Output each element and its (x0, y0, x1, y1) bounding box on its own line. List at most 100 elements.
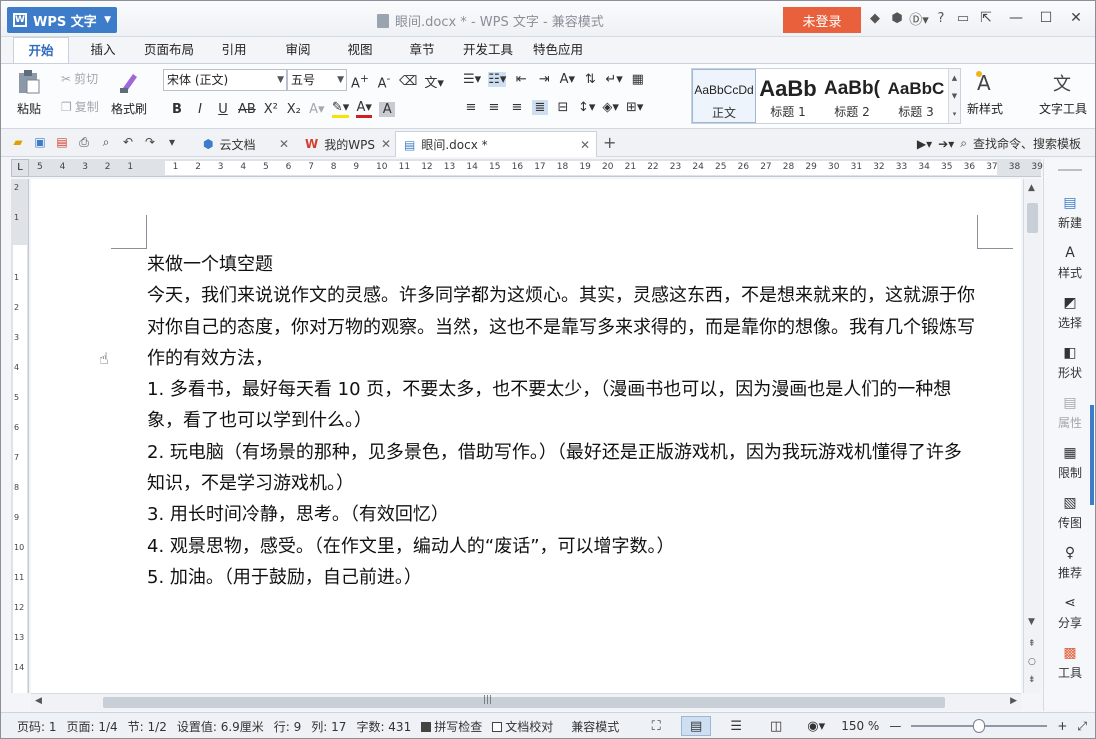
zoom-slider[interactable] (911, 719, 1048, 733)
new-style-button[interactable]: A 新样式 (967, 68, 1003, 117)
tab-page-layout[interactable]: 页面布局 (137, 37, 201, 63)
outline-view-icon[interactable]: ☰ (721, 716, 751, 736)
align-left-icon[interactable]: ≡ (463, 100, 479, 115)
fullscreen-view-icon[interactable]: ⛶ (641, 716, 671, 736)
doc-tab-active[interactable]: ▤ 眼间.docx * ✕ (395, 131, 597, 157)
login-button[interactable]: 未登录 (783, 7, 861, 33)
panel-recommend[interactable]: ♀ 推荐 (1044, 545, 1096, 581)
tab-stop-selector[interactable]: L (11, 159, 29, 177)
tab-home[interactable]: 开始 (13, 37, 69, 63)
subscript-button[interactable]: X₂ (286, 102, 302, 117)
panel-restrict[interactable]: ▦ 限制 (1044, 445, 1096, 481)
cut-button[interactable]: ✂ 剪切 (61, 70, 98, 87)
minimize-icon[interactable]: — (1001, 5, 1031, 31)
panel-style[interactable]: A 样式 (1044, 245, 1096, 281)
change-case-icon[interactable]: A▾ (559, 72, 575, 87)
numbered-list-icon[interactable]: ☷▾ (488, 72, 507, 87)
shrink-font-icon[interactable]: A- (376, 72, 392, 91)
panel-upload-image[interactable]: ▧ 传图 (1044, 495, 1096, 531)
hexagon-icon[interactable]: ⬢ (889, 9, 905, 27)
pinyin-guide-icon[interactable]: 文▾ (424, 72, 444, 91)
restore-ribbon-icon[interactable]: ⇱ (971, 5, 1001, 31)
prev-page-icon[interactable]: ⇞ (1028, 639, 1036, 649)
maximize-icon[interactable]: ☐ (1031, 5, 1061, 31)
sort-icon[interactable]: ⇅ (582, 72, 598, 87)
text-tools-button[interactable]: 文 文字工具 (1035, 68, 1091, 117)
doc-tab-mywps[interactable]: W 我的WPS ✕ (297, 131, 397, 157)
highlight-icon[interactable]: ✎▾ (331, 100, 350, 118)
close-icon[interactable]: ✕ (1061, 5, 1091, 31)
clear-format-icon[interactable]: ⌫ (399, 74, 417, 89)
superscript-button[interactable]: X² (263, 102, 279, 117)
tab-developer[interactable]: 开发工具 (457, 37, 519, 63)
more-icon[interactable]: ▾ (953, 110, 957, 118)
vertical-scrollbar[interactable]: ▲ ▼ ⇞ ○ ⇟ (1023, 179, 1041, 693)
increase-indent-icon[interactable]: ⇥ (536, 72, 552, 87)
tab-insert[interactable]: 插入 (75, 37, 131, 63)
align-center-icon[interactable]: ≡ (486, 100, 502, 115)
status-page-count[interactable]: 页面: 1/4 (67, 718, 118, 735)
scroll-up-icon[interactable]: ▲ (1028, 183, 1035, 193)
vertical-ruler[interactable]: 2 1 1 2 3 4 5 6 7 8 9 10 11 12 13 14 (11, 179, 29, 693)
style-gallery-scroll[interactable]: ▲ ▼ ▾ (948, 69, 960, 123)
chevron-down-icon[interactable]: ▼ (952, 92, 957, 100)
border-icon[interactable]: ⊞▾ (626, 100, 643, 115)
bold-button[interactable]: B (169, 102, 185, 117)
wps-cloud-icon[interactable]: Ⓓ▾ (909, 9, 929, 28)
scroll-thumb[interactable] (103, 697, 945, 708)
close-tab-icon[interactable]: ✕ (381, 137, 391, 151)
zoom-slider-knob[interactable] (973, 719, 986, 733)
help-icon[interactable]: ? (933, 9, 949, 27)
arrow-right-icon[interactable]: ➔▾ (938, 137, 954, 151)
tab-review[interactable]: 审阅 (273, 37, 323, 63)
strikethrough-button[interactable]: AB (238, 102, 256, 117)
print-preview-icon[interactable]: ⌕ (99, 135, 113, 149)
line-spacing-icon[interactable]: ↕▾ (578, 100, 595, 115)
web-view-icon[interactable]: ◫ (761, 716, 791, 736)
show-marks-icon[interactable]: ↵▾ (605, 72, 622, 87)
zoom-level[interactable]: 150 % (841, 719, 879, 733)
horizontal-ruler[interactable]: 5 4 3 2 1 1 2 3 4 5 6 7 8 9 10 11 12 13 14 15 16 17 18 19 20 21 22… (29, 159, 1088, 177)
doc-tab-cloud[interactable]: ⬢ 云文档 ✕ (195, 131, 295, 157)
panel-share[interactable]: ⋖ 分享 (1044, 595, 1096, 631)
copy-button[interactable]: ❐ 复制 (61, 98, 99, 115)
tab-section[interactable]: 章节 (397, 37, 447, 63)
new-tab-icon[interactable]: + (603, 133, 616, 152)
spell-check-toggle[interactable]: 拼写检查 (421, 718, 482, 735)
document-page[interactable]: ☝ 来做一个填空题 今天，我们来说说作文的灵感。许多同学都为这烦心。其实，灵感这… (31, 179, 1021, 693)
bullet-list-icon[interactable]: ☰▾ (463, 72, 481, 87)
status-word-count[interactable]: 字数: 431 (356, 718, 411, 735)
shirt-icon[interactable]: ◆ (867, 9, 883, 27)
next-page-icon[interactable]: ⇟ (1028, 675, 1036, 685)
present-icon[interactable]: ▶▾ (917, 137, 932, 151)
redo-icon[interactable]: ↷ (143, 135, 157, 149)
proofread-toggle[interactable]: 文档校对 (492, 718, 553, 735)
table-grid-icon[interactable]: ▦ (630, 72, 646, 87)
panel-select[interactable]: ◩ 选择 (1044, 295, 1096, 331)
panel-new[interactable]: ▤ 新建 (1044, 195, 1096, 231)
panel-shape[interactable]: ◧ 形状 (1044, 345, 1096, 381)
fit-page-icon[interactable]: ⤢ (1077, 719, 1087, 734)
decrease-indent-icon[interactable]: ⇤ (513, 72, 529, 87)
font-size-select[interactable]: 五号 ▼ (287, 69, 347, 91)
undo-icon[interactable]: ↶ (121, 135, 135, 149)
status-setting[interactable]: 设置值: 6.9厘米 (177, 718, 264, 735)
align-right-icon[interactable]: ≡ (509, 100, 525, 115)
status-section[interactable]: 节: 1/2 (128, 718, 167, 735)
command-search[interactable]: ▶▾ ➔▾ ⌕ 查找命令、搜索模板 (917, 135, 1081, 152)
style-heading-3[interactable]: AaBbC 标题 3 (884, 69, 948, 123)
chevron-up-icon[interactable]: ▲ (952, 74, 957, 82)
zoom-in-icon[interactable]: + (1057, 719, 1067, 733)
char-shading-icon[interactable]: A (379, 101, 396, 117)
export-pdf-icon[interactable]: ▤ (55, 135, 69, 149)
save-icon[interactable]: ▣ (33, 135, 47, 149)
scroll-left-icon[interactable]: ◀ (35, 696, 42, 706)
tab-special-apps[interactable]: 特色应用 (527, 37, 589, 63)
customize-toolbar-icon[interactable]: ▾ (165, 135, 179, 149)
text-effect-icon[interactable]: A▾ (309, 102, 325, 117)
close-tab-icon[interactable]: ✕ (279, 137, 289, 151)
format-painter-button[interactable]: 格式刷 (111, 68, 147, 117)
scroll-down-icon[interactable]: ▼ (1028, 617, 1035, 627)
italic-button[interactable]: I (192, 102, 208, 117)
scroll-right-icon[interactable]: ▶ (1010, 696, 1017, 706)
